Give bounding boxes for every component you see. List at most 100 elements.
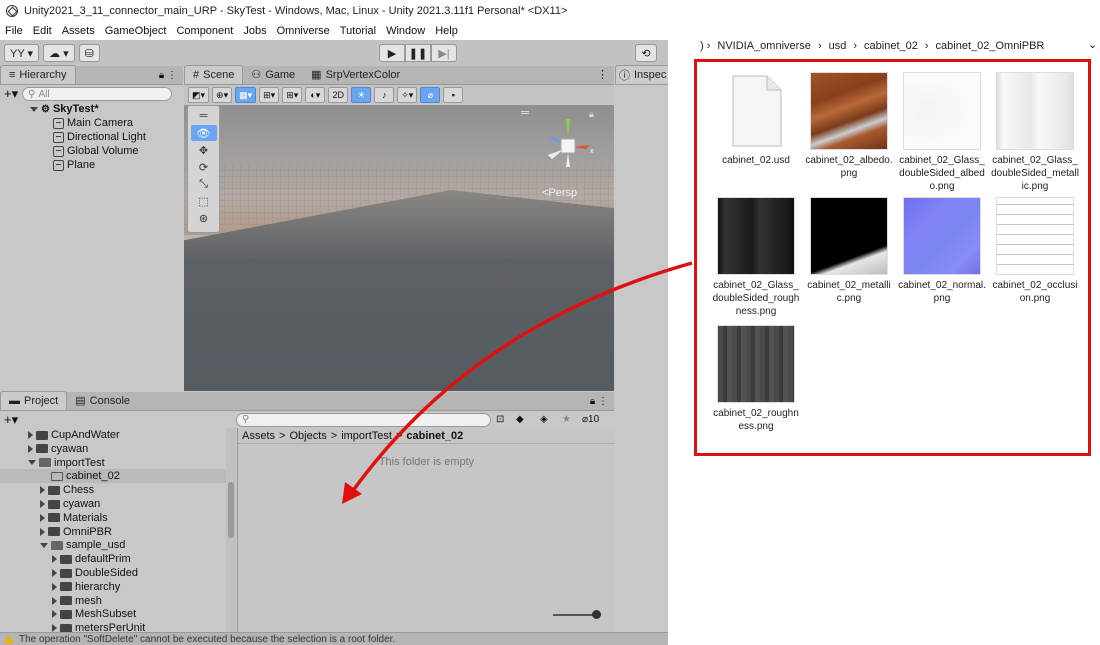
toggle-2d-button[interactable]: 2D xyxy=(328,87,349,103)
grid-snap-button[interactable]: ▦▾ xyxy=(235,87,257,103)
file-item[interactable]: cabinet_02_albedo.png xyxy=(804,72,894,180)
expand-arrow-icon[interactable] xyxy=(40,527,45,536)
effects-button[interactable]: ✧▾ xyxy=(397,87,418,103)
expand-arrow-icon[interactable] xyxy=(52,569,57,577)
expand-arrow-icon[interactable] xyxy=(40,500,45,508)
shading-button[interactable]: ◐▾ xyxy=(305,87,326,103)
file-item[interactable]: cabinet_02_Glass_doubleSided_metallic.pn… xyxy=(990,72,1080,193)
tree-item-materials[interactable]: Materials xyxy=(0,511,226,525)
tree-item-meshsubset[interactable]: MeshSubset xyxy=(0,607,226,621)
menu-item-gameobject[interactable]: GameObject xyxy=(105,25,167,37)
file-item[interactable]: cabinet_02_Glass_doubleSided_albedo.png xyxy=(897,72,987,193)
file-item[interactable]: cabinet_02.usd xyxy=(711,72,801,167)
file-item[interactable]: cabinet_02_roughness.png xyxy=(711,325,801,433)
scene-viewport[interactable]: ═ 👁︎ ✥ ⟳ ⤡ ⬚ ⊛ ═ 🔒︎ x <Persp xyxy=(184,105,614,391)
tree-item-sample_usd[interactable]: sample_usd xyxy=(0,538,226,552)
hierarchy-item-directional-light[interactable]: Directional Light xyxy=(0,130,183,144)
undo-history-button[interactable]: ⟲ xyxy=(635,44,657,62)
tab-console[interactable]: ▤ Console xyxy=(67,391,138,410)
cloud-button[interactable]: ☁ ▾ xyxy=(43,44,75,62)
scale-tool-icon[interactable]: ⤡ xyxy=(191,176,217,192)
step-button[interactable]: ▶| xyxy=(431,44,457,62)
explorer-address-bar[interactable]: ) › NVIDIA_omniverse › usd › cabinet_02 › cabin… xyxy=(700,38,1100,54)
render-paths-button[interactable]: ⊕▾ xyxy=(212,87,233,103)
draw-mode-button[interactable]: ◩▾ xyxy=(188,87,210,103)
project-search-input[interactable]: ⚲ xyxy=(236,412,491,427)
expand-arrow-icon[interactable] xyxy=(40,513,45,522)
add-object-button[interactable]: +▾ xyxy=(4,86,18,102)
tab-game[interactable]: ⚇ Game xyxy=(243,65,303,84)
account-button[interactable]: YY ▾ xyxy=(4,44,40,62)
play-button[interactable]: ▶ xyxy=(379,44,405,62)
create-asset-button[interactable]: +▾ xyxy=(4,412,18,428)
breadcrumb-item[interactable]: Objects xyxy=(289,430,326,442)
drag-handle-icon[interactable]: ═ xyxy=(191,108,217,124)
orientation-gizmo-icon[interactable]: x xyxy=(538,115,598,175)
expand-arrow-icon[interactable] xyxy=(52,582,57,591)
expand-arrow-icon[interactable] xyxy=(52,624,57,632)
hierarchy-item-plane[interactable]: Plane xyxy=(0,158,183,172)
tree-item-doublesided[interactable]: DoubleSided xyxy=(0,566,226,580)
tree-item-cupandwater[interactable]: CupAndWater xyxy=(0,428,226,442)
grid-plane-button[interactable]: ⊞▾ xyxy=(282,87,303,103)
path-segment[interactable]: usd xyxy=(829,40,847,52)
file-item[interactable]: cabinet_02_normal.png xyxy=(897,197,987,305)
expand-arrow-icon[interactable] xyxy=(52,596,57,605)
filter-label-icon[interactable]: ◆ xyxy=(516,414,524,425)
tree-item-chess[interactable]: Chess xyxy=(0,483,226,497)
collab-button[interactable]: ⛁ xyxy=(78,44,100,62)
overlay-menu-icon[interactable]: ═ xyxy=(521,107,529,119)
lock-icon[interactable]: 🔒︎ ⋮ xyxy=(159,70,177,81)
more-menu-icon[interactable]: ⋮ xyxy=(597,68,608,81)
path-separator-icon[interactable]: › xyxy=(853,40,857,52)
path-overflow-icon[interactable]: ) › xyxy=(700,40,710,52)
menu-item-omniverse[interactable]: Omniverse xyxy=(277,25,330,37)
scene-row[interactable]: ⚙ SkyTest* xyxy=(0,102,183,116)
expand-arrow-icon[interactable] xyxy=(30,106,38,112)
tree-item-importtest[interactable]: importTest xyxy=(0,456,226,470)
view-tool-icon[interactable]: 👁︎ xyxy=(190,125,217,141)
tree-item-omnipbr[interactable]: OmniPBR xyxy=(0,525,226,539)
tree-scrollbar[interactable] xyxy=(226,428,236,632)
tag-icon[interactable]: ◈ xyxy=(540,414,548,425)
tree-scrollbar-thumb[interactable] xyxy=(228,482,234,538)
file-item[interactable]: cabinet_02_metallic.png xyxy=(804,197,894,305)
expand-arrow-icon[interactable] xyxy=(52,610,57,619)
breadcrumb-item[interactable]: Assets xyxy=(242,430,275,442)
project-lock-icon[interactable]: 🔒︎ ⋮ xyxy=(590,396,608,407)
expand-arrow-icon[interactable] xyxy=(28,431,33,439)
gizmos-button[interactable]: ▪ xyxy=(443,87,464,103)
menu-item-component[interactable]: Component xyxy=(176,25,233,37)
menu-item-assets[interactable]: Assets xyxy=(62,25,95,37)
tree-item-metersperunit[interactable]: metersPerUnit xyxy=(0,621,226,632)
expand-arrow-icon[interactable] xyxy=(40,486,45,495)
tab-project[interactable]: ▬ Project xyxy=(0,391,68,410)
snap-increment-button[interactable]: ⊞▾ xyxy=(259,87,280,103)
tab-srpvertexcolor[interactable]: ▦ SrpVertexColor xyxy=(303,65,408,84)
tree-item-hierarchy[interactable]: hierarchy xyxy=(0,580,226,594)
breadcrumb-item[interactable]: cabinet_02 xyxy=(406,430,463,442)
tab-inspector[interactable]: ⓘ Inspec xyxy=(615,65,668,84)
tree-item-mesh[interactable]: mesh xyxy=(0,594,226,608)
tab-scene[interactable]: # Scene xyxy=(184,65,244,84)
path-segment[interactable]: cabinet_02 xyxy=(864,40,918,52)
path-segment[interactable]: cabinet_02_OmniPBR xyxy=(936,40,1045,52)
path-separator-icon[interactable]: › xyxy=(925,40,929,52)
collapse-arrow-icon[interactable] xyxy=(28,460,36,466)
favorite-star-icon[interactable]: ★ xyxy=(562,414,571,425)
rect-tool-icon[interactable]: ⬚ xyxy=(191,193,217,209)
icon-size-slider-knob[interactable] xyxy=(592,610,601,619)
menu-item-file[interactable]: File xyxy=(5,25,23,37)
expand-arrow-icon[interactable] xyxy=(28,444,33,453)
tree-item-cabinet_02[interactable]: cabinet_02 xyxy=(0,469,226,484)
project-content-area[interactable]: Assets > Objects > importTest > cabinet_02 Thi… xyxy=(237,428,615,632)
filter-type-icon[interactable]: ⊡ xyxy=(496,414,504,425)
move-tool-icon[interactable]: ✥ xyxy=(191,142,217,158)
rotate-tool-icon[interactable]: ⟳ xyxy=(191,159,217,175)
lighting-toggle-icon[interactable]: ☀ xyxy=(351,87,372,103)
file-item[interactable]: cabinet_02_Glass_doubleSided_roughness.p… xyxy=(711,197,801,318)
hierarchy-item-global-volume[interactable]: Global Volume xyxy=(0,144,183,158)
status-bar[interactable]: The operation "SoftDelete" cannot be exe… xyxy=(0,632,668,645)
audio-toggle-icon[interactable]: ♪ xyxy=(374,87,395,103)
tree-item-defaultprim[interactable]: defaultPrim xyxy=(0,552,226,566)
